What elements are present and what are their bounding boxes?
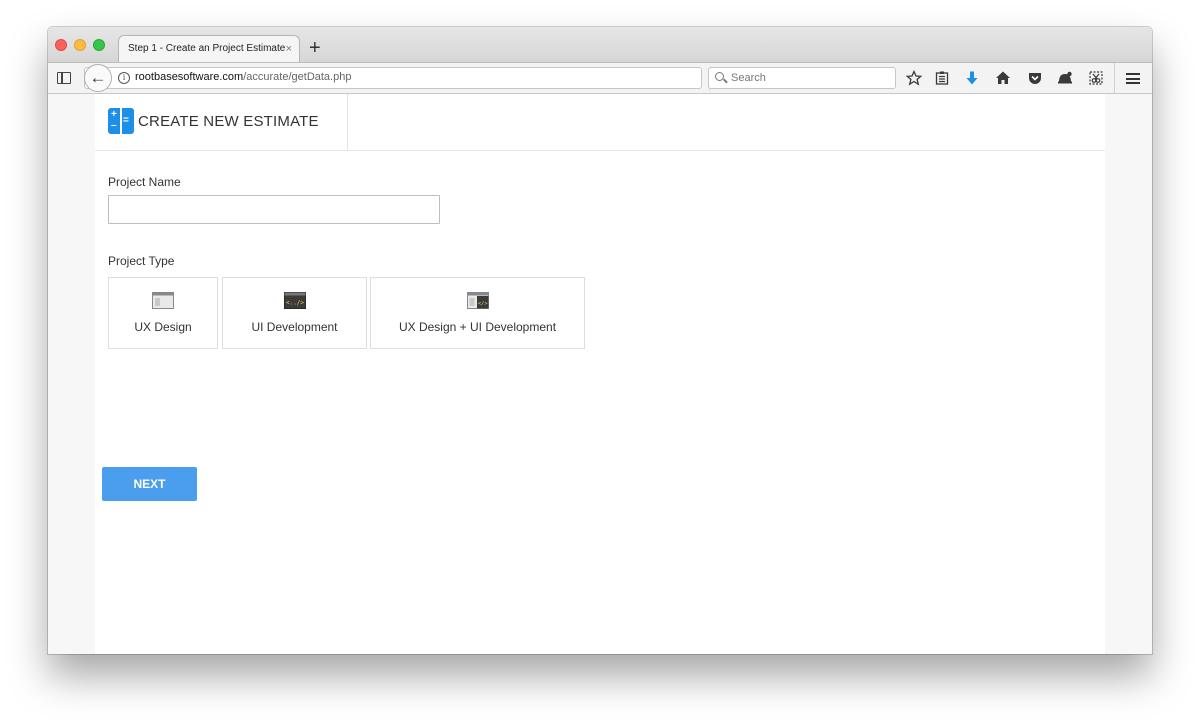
project-type-ui-development[interactable]: <../> UI Development	[222, 277, 367, 349]
info-icon[interactable]: i	[118, 72, 130, 84]
bookmark-star-icon[interactable]	[905, 69, 923, 88]
url-text[interactable]: rootbasesoftware.com/accurate/getData.ph…	[135, 71, 351, 83]
svg-text:<../>: <../>	[285, 300, 303, 307]
menu-icon[interactable]	[1126, 73, 1140, 84]
project-name-input[interactable]	[108, 195, 440, 224]
project-type-ux-ui[interactable]: </> UX Design + UI Development	[370, 277, 585, 349]
tab-bar: Step 1 - Create an Project Estimate × +	[48, 27, 1152, 63]
calculator-icon: + – =	[108, 108, 134, 134]
tab-title: Step 1 - Create an Project Estimate	[128, 43, 286, 54]
url-host: rootbasesoftware.com	[135, 71, 244, 83]
url-bar[interactable]: ← i rootbasesoftware.com/accurate/getDat…	[84, 64, 726, 92]
search-icon	[715, 72, 724, 81]
page-title: CREATE NEW ESTIMATE	[138, 113, 319, 130]
search-placeholder: Search	[731, 72, 766, 84]
back-icon[interactable]: ←	[84, 64, 112, 92]
reading-list-icon[interactable]	[933, 70, 951, 88]
browser-tab[interactable]: Step 1 - Create an Project Estimate ×	[118, 35, 300, 63]
page-content: + – = CREATE NEW ESTIMATE Project Name P…	[95, 94, 1105, 654]
nav-bar: ← i rootbasesoftware.com/accurate/getDat…	[48, 62, 1152, 94]
page-viewport: + – = CREATE NEW ESTIMATE Project Name P…	[48, 94, 1152, 654]
project-type-label-ui: UI Development	[251, 320, 338, 334]
download-icon[interactable]	[963, 70, 981, 88]
project-type-label-ux-ui: UX Design + UI Development	[398, 320, 557, 334]
browser-window-icon	[152, 292, 174, 309]
tab-close-icon[interactable]: ×	[286, 36, 292, 62]
browser-window: Step 1 - Create an Project Estimate × + …	[48, 27, 1152, 654]
home-icon[interactable]	[994, 70, 1012, 88]
screenshot-icon[interactable]	[1087, 70, 1105, 88]
search-input[interactable]: Search	[708, 67, 896, 89]
svg-text:</>: </>	[477, 301, 488, 307]
toolbar-separator	[1114, 63, 1115, 94]
project-type-label-ux: UX Design	[134, 320, 192, 334]
project-type-label: Project Type	[108, 254, 175, 268]
hello-icon[interactable]	[1056, 70, 1074, 88]
design-code-window-icon: </>	[466, 292, 489, 309]
close-window-icon[interactable]	[55, 39, 67, 51]
maximize-window-icon[interactable]	[93, 39, 105, 51]
new-tab-button[interactable]: +	[309, 37, 321, 59]
pocket-icon[interactable]	[1026, 70, 1044, 88]
project-type-ux-design[interactable]: UX Design	[108, 277, 218, 349]
page-header: + – = CREATE NEW ESTIMATE	[95, 94, 1105, 151]
sidebar-icon[interactable]	[57, 72, 71, 84]
next-button[interactable]: NEXT	[102, 467, 197, 501]
project-name-label: Project Name	[108, 175, 181, 189]
header-divider	[347, 94, 348, 151]
minimize-window-icon[interactable]	[74, 39, 86, 51]
code-window-icon: <../>	[283, 292, 306, 309]
url-path: /accurate/getData.php	[243, 71, 352, 83]
